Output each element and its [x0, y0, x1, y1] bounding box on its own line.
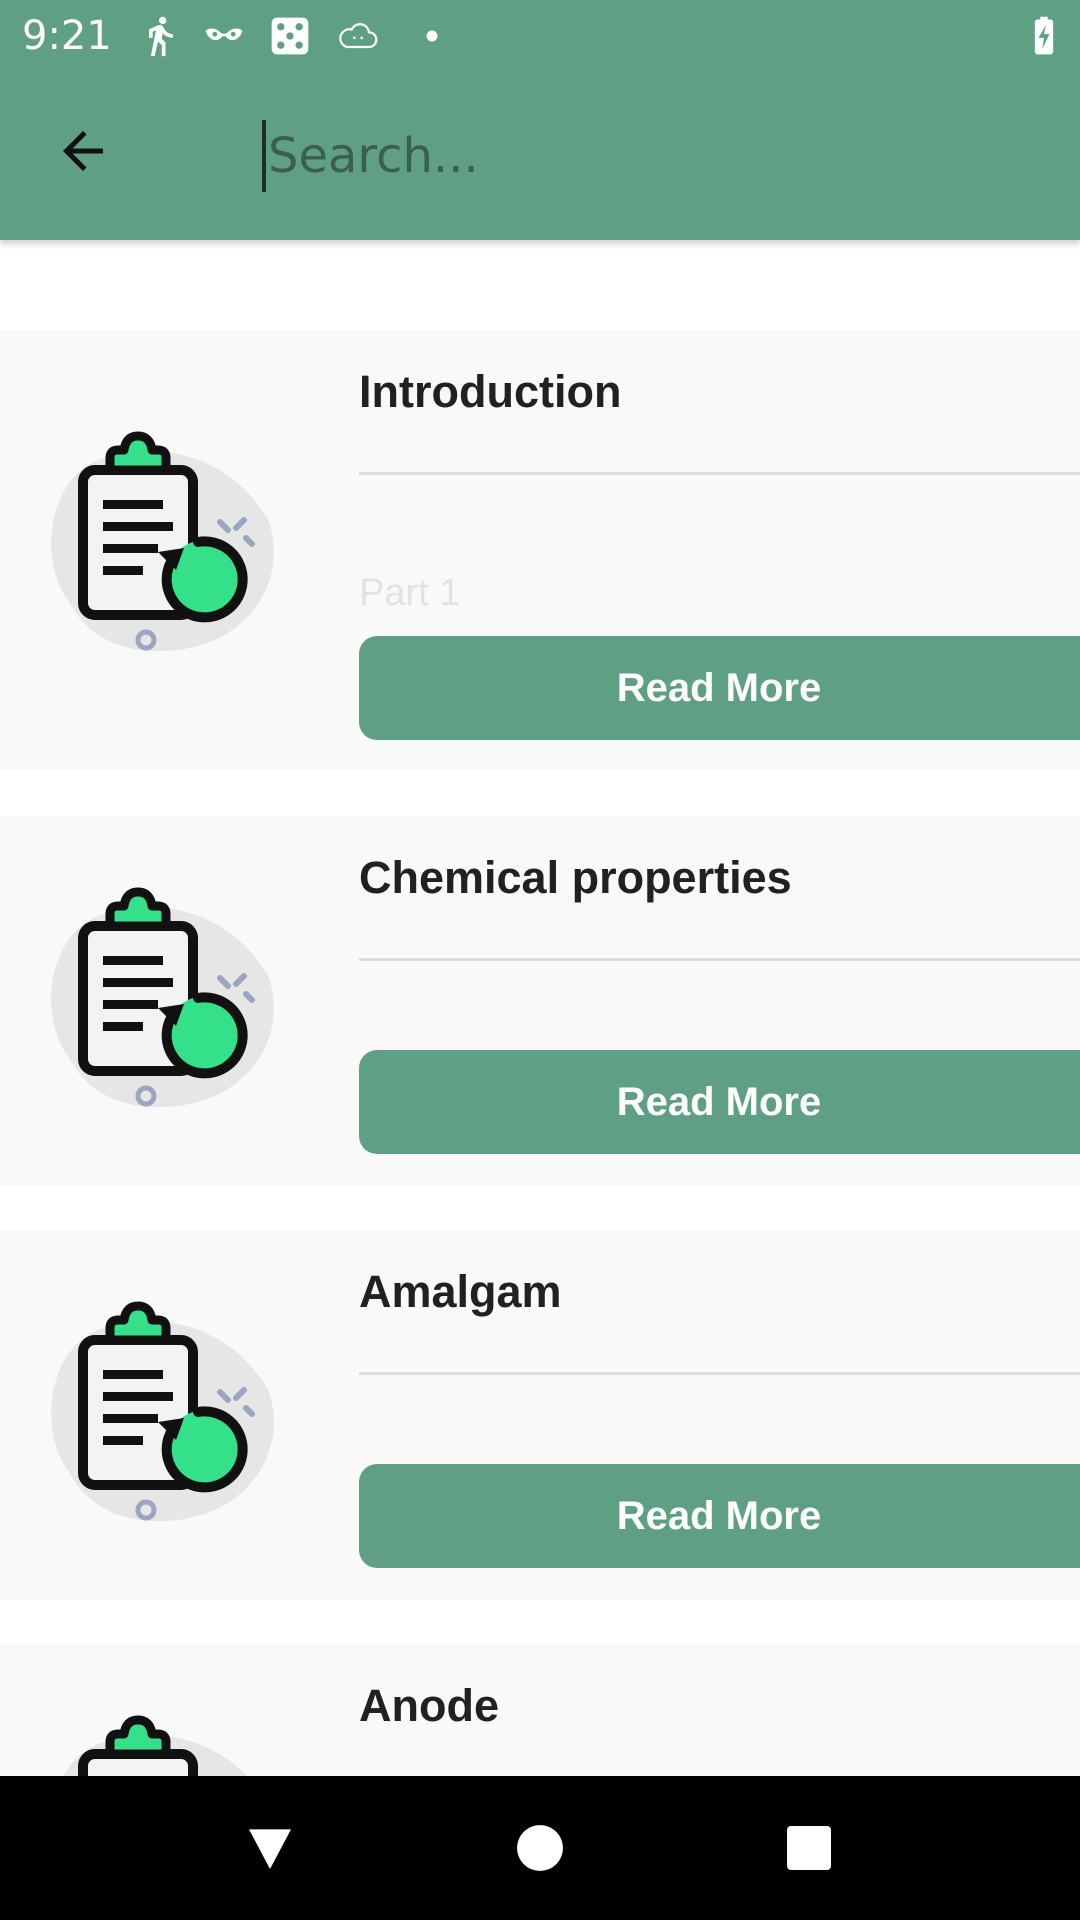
cloud-icon: [336, 14, 380, 58]
clipboard-refresh-icon: [51, 1301, 274, 1522]
search-field[interactable]: [262, 116, 1042, 196]
clipboard-refresh-icon: [51, 431, 274, 652]
app-bar: [0, 72, 1080, 240]
list-item: Chemical properties Read More: [0, 816, 1080, 1186]
nav-home-button[interactable]: [500, 1808, 580, 1888]
nav-back-button[interactable]: [230, 1808, 310, 1888]
search-input[interactable]: [268, 128, 1008, 184]
screen: 9:21 Search... Introduction Part 1 Read …: [0, 0, 1080, 1920]
dice-icon: [268, 14, 312, 58]
dot-icon: [410, 14, 454, 58]
list-item: Introduction Part 1 Read More: [0, 330, 1080, 770]
list-item: Anode: [0, 1644, 1080, 1776]
card-subtitle: Part 1: [359, 572, 461, 614]
card-divider: [359, 1372, 1080, 1375]
card-title: Amalgam: [359, 1266, 562, 1317]
system-nav-bar: [0, 1776, 1080, 1920]
battery-charging-icon: [1022, 14, 1066, 58]
nav-home-circle-icon: [517, 1825, 563, 1871]
walk-icon: [138, 14, 182, 58]
topic-list[interactable]: Introduction Part 1 Read More Chemical p…: [0, 240, 1080, 1776]
status-time: 9:21: [22, 13, 112, 59]
read-more-label: Read More: [616, 1079, 822, 1124]
nav-back-triangle-icon: [249, 1829, 291, 1869]
text-cursor: [262, 120, 266, 192]
read-more-label: Read More: [616, 1493, 822, 1538]
read-more-button[interactable]: Read More: [359, 1464, 1080, 1568]
card-divider: [359, 472, 1080, 475]
card-divider: [359, 958, 1080, 961]
nav-recents-square-icon: [787, 1826, 831, 1870]
nav-recents-button[interactable]: [769, 1808, 849, 1888]
mask-icon: [202, 14, 246, 58]
card-title: Anode: [359, 1680, 499, 1731]
read-more-button[interactable]: Read More: [359, 1050, 1080, 1154]
read-more-button[interactable]: Read More: [359, 636, 1080, 740]
card-title: Introduction: [359, 366, 622, 417]
status-bar: 9:21: [0, 0, 1080, 72]
card-title: Chemical properties: [359, 852, 792, 903]
list-item: Amalgam Read More: [0, 1230, 1080, 1600]
arrow-back-icon: [63, 131, 103, 171]
clipboard-refresh-icon: [51, 887, 274, 1108]
read-more-label: Read More: [616, 665, 822, 710]
clipboard-refresh-icon: [63, 1715, 247, 1776]
back-button[interactable]: [38, 106, 128, 196]
